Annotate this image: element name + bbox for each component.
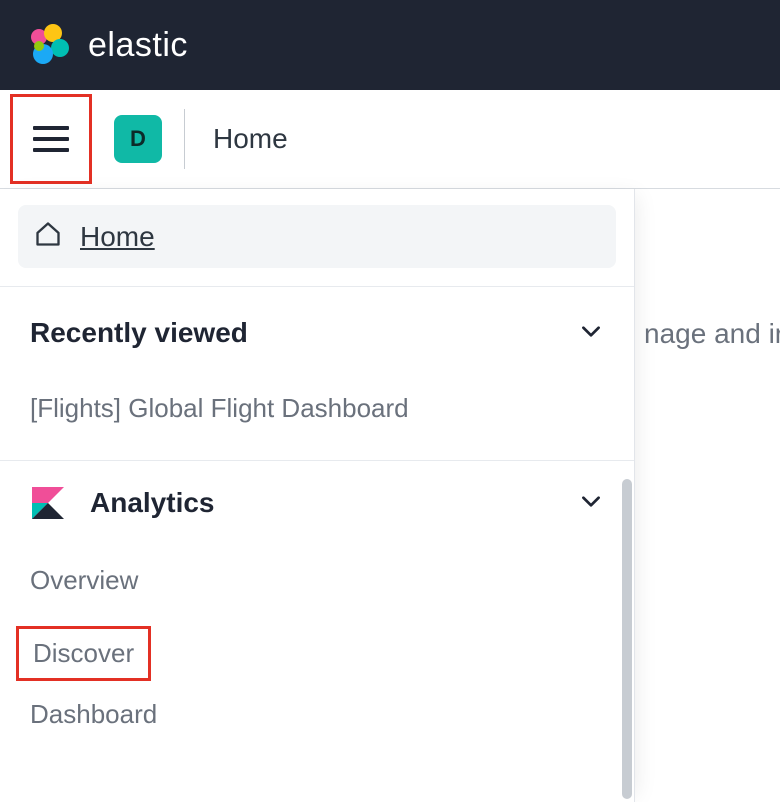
space-avatar[interactable]: D bbox=[114, 115, 162, 163]
nav-home-row[interactable]: Home bbox=[18, 205, 616, 268]
chevron-down-icon bbox=[578, 318, 604, 349]
nav-item-overview[interactable]: Overview bbox=[30, 565, 138, 596]
hamburger-icon bbox=[33, 126, 69, 152]
analytics-title: Analytics bbox=[90, 487, 215, 519]
breadcrumb-home[interactable]: Home bbox=[213, 123, 288, 155]
nav-home-label: Home bbox=[80, 221, 155, 253]
global-topbar: elastic bbox=[0, 0, 780, 90]
recently-viewed-toggle[interactable]: Recently viewed bbox=[30, 317, 604, 349]
nav-item-dashboard[interactable]: Dashboard bbox=[30, 699, 157, 730]
hamburger-menu-button[interactable] bbox=[10, 94, 92, 184]
header-bar: D Home bbox=[0, 90, 780, 189]
elastic-logo-icon bbox=[28, 24, 70, 66]
vertical-separator bbox=[184, 109, 185, 169]
chevron-down-icon bbox=[578, 488, 604, 519]
recent-item-flights-dashboard[interactable]: [Flights] Global Flight Dashboard bbox=[30, 393, 604, 424]
brand-name: elastic bbox=[88, 26, 188, 65]
recently-viewed-title: Recently viewed bbox=[30, 317, 248, 349]
recently-viewed-section: Recently viewed [Flights] Global Flight … bbox=[0, 286, 634, 460]
home-icon bbox=[34, 220, 62, 253]
nav-item-discover[interactable]: Discover bbox=[16, 626, 151, 681]
analytics-toggle[interactable]: Analytics bbox=[30, 485, 604, 521]
scrollbar-thumb[interactable] bbox=[622, 479, 632, 799]
analytics-section: Analytics Overview Discover Dashboard bbox=[0, 460, 634, 760]
background-text-fragment: nage and ir bbox=[644, 318, 780, 350]
side-navigation-drawer: Home Recently viewed [Flights] Global Fl… bbox=[0, 189, 635, 802]
kibana-icon bbox=[30, 485, 66, 521]
